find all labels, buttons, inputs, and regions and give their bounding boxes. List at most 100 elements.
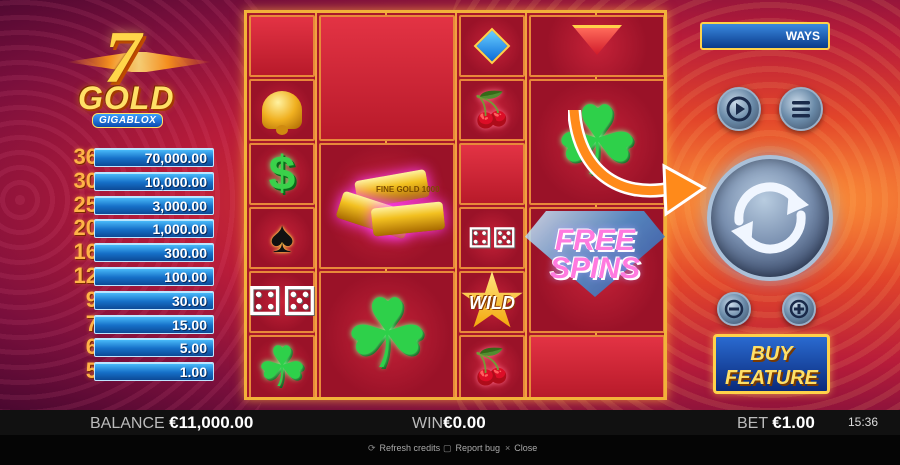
refresh-icon: ⟳ (368, 443, 376, 453)
refresh-credits-button[interactable]: ⟳ Refresh credits (368, 443, 440, 454)
autoplay-button[interactable] (717, 87, 761, 131)
win-label: WIN (412, 415, 444, 432)
paytable-row: 12 100.00 (40, 263, 216, 288)
minus-icon (724, 299, 744, 319)
reel-cell-clover: ☘ (249, 335, 315, 398)
dice-icon: ⚃⚄ (467, 222, 517, 254)
paytable-amount: 10,000.00 (144, 173, 207, 190)
paytable-row: 20 1,000.00 (40, 215, 216, 240)
paytable-amount: 70,000.00 (144, 150, 207, 166)
paytable-row: 25 3,000.00 (40, 192, 216, 217)
paytable-amount: 1.00 (179, 364, 207, 381)
bell-icon (262, 91, 302, 135)
spin-arrows-icon (731, 182, 809, 254)
diamond-icon (473, 27, 511, 65)
reel-cell-gold-bars: FINE GOLD 1000 (319, 143, 455, 269)
report-bug-button[interactable]: ▢ Report bug (443, 443, 500, 454)
paytable-row: 16 300.00 (40, 239, 216, 264)
plus-icon (789, 299, 809, 319)
paytable-row: 6 5.00 (40, 334, 216, 359)
paytable-amount-bar: 1.00 (94, 362, 214, 382)
win-display: WIN€0.00 (412, 413, 486, 433)
paytable-amount-bar: 15.00 (94, 314, 214, 334)
dollar-icon: $ (268, 147, 296, 201)
paytable-amount-bar: 10,000.00 (94, 171, 214, 191)
reel-cell-cherry: 🍒 (459, 79, 525, 141)
refresh-credits-label: Refresh credits (379, 443, 441, 453)
spin-button[interactable] (707, 155, 833, 281)
close-icon: × (505, 443, 511, 453)
paytable-row: 7 15.00 (40, 311, 216, 336)
logo-gold-text: GOLD (78, 80, 175, 116)
reel-cell-dollar: $ (249, 143, 315, 205)
logo-gigablox-text: GIGABLOX (92, 113, 164, 128)
game-stage: 7 GOLD GIGABLOX 36 70,000.00 30 10,000.00 25… (0, 0, 900, 410)
paytable-amount-bar: 300.00 (94, 243, 214, 263)
bet-label: BET (737, 415, 768, 432)
paytable-amount: 15.00 (171, 316, 207, 333)
paytable-amount: 30.00 (171, 292, 207, 309)
paytable-amount-bar: 70,000.00 (94, 148, 214, 167)
bet-decrease-button[interactable] (717, 292, 751, 326)
ways-label: WAYS (785, 29, 820, 43)
clover-icon: ☘ (256, 335, 308, 398)
paytable-amount-bar: 100.00 (94, 266, 214, 286)
tutorial-arrow-icon (568, 110, 707, 217)
menu-button[interactable] (779, 87, 823, 131)
game-logo: 7 GOLD GIGABLOX (64, 17, 214, 128)
paytable-row: 30 10,000.00 (40, 168, 216, 193)
reel-cell-blank (249, 15, 315, 77)
bet-display: BET €1.00 (737, 413, 815, 433)
paytable-amount-bar: 1,000.00 (94, 219, 214, 239)
bet-increase-button[interactable] (782, 292, 816, 326)
spade-icon: ♠ (270, 213, 294, 262)
reel-cell-dice: ⚃⚄ (247, 271, 317, 333)
clock: 15:36 (847, 415, 878, 429)
close-label: Close (514, 443, 538, 453)
paytable-amount: 1,000.00 (152, 221, 208, 238)
reel-cell-cherry: 🍒 (459, 335, 525, 397)
report-bug-label: Report bug (455, 443, 501, 453)
paytable-amount: 3,000.00 (152, 197, 208, 214)
chevron-down-icon (572, 25, 622, 55)
reel-cell-blank-large (319, 15, 455, 141)
reel-cell-spade: ♠ (249, 207, 315, 269)
gold-bars-icon: FINE GOLD 1000 (332, 168, 446, 241)
status-bar: BALANCE €11,000.00 WIN€0.00 BET €1.00 15… (0, 410, 900, 435)
clover-icon: ☘ (343, 281, 431, 388)
paytable-amount: 100.00 (164, 268, 207, 285)
reel-cell-blank (459, 143, 525, 205)
free-spins-symbol: FREE SPINS (515, 205, 675, 305)
buy-feature-line1: BUY (750, 343, 793, 365)
buy-feature-line2: FEATURE (725, 367, 818, 389)
balance-value: €11,000.00 (169, 413, 254, 432)
autoplay-icon (726, 96, 752, 122)
paytable-amount-bar: 5.00 (94, 338, 214, 358)
paytable-row: 9 30.00 (40, 287, 216, 312)
dice-icon: ⚃⚄ (247, 280, 317, 324)
bet-value: €1.00 (772, 413, 815, 432)
bug-icon: ▢ (443, 443, 452, 453)
cherry-icon: 🍒 (470, 91, 514, 129)
free-spins-line2: SPINS (549, 252, 641, 285)
ways-indicator: WAYS (700, 22, 830, 50)
win-value: €0.00 (443, 413, 486, 432)
paytable-amount: 300.00 (164, 245, 207, 262)
free-spins-line1: FREE (554, 224, 635, 257)
footer-bar: ⟳ Refresh credits ▢ Report bug × Close (0, 435, 900, 465)
paytable-amount: 5.00 (179, 340, 207, 357)
balance-display: BALANCE €11,000.00 (90, 413, 253, 433)
balance-label: BALANCE (90, 415, 165, 432)
reel-cell-blank-wide (529, 335, 664, 397)
reel-cell-clover-large: ☘ (319, 271, 455, 397)
paytable-amount-bar: 3,000.00 (94, 195, 214, 215)
menu-icon (792, 101, 810, 118)
reel-cell-bell (249, 79, 315, 141)
paytable-row: 36 70,000.00 (40, 144, 216, 169)
buy-feature-button[interactable]: BUY FEATURE (713, 334, 830, 394)
close-button[interactable]: × Close (505, 443, 537, 453)
cherry-icon: 🍒 (470, 348, 514, 386)
reel-cell-diamond (459, 15, 525, 77)
paytable-row: 5 1.00 (40, 358, 216, 383)
reel-cell-chevron (529, 15, 664, 77)
